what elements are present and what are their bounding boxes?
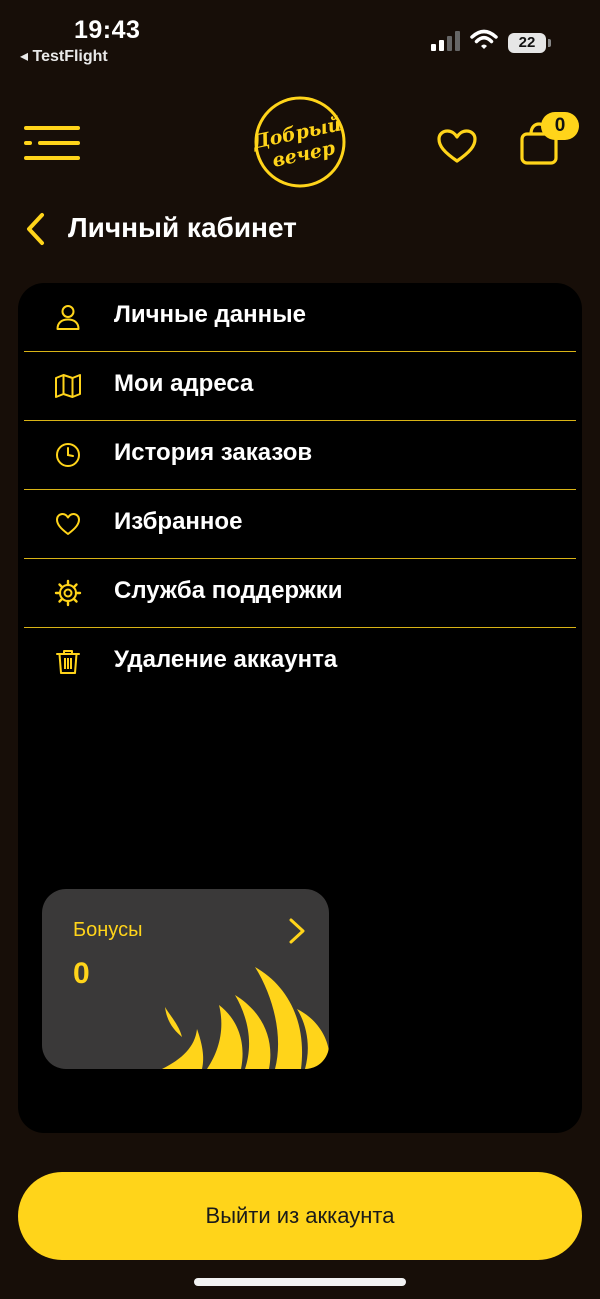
favorites-heart-icon[interactable] xyxy=(436,128,478,164)
menu-item-label: Избранное xyxy=(114,508,243,535)
trash-icon xyxy=(56,650,80,674)
battery-indicator: 22 xyxy=(508,33,552,53)
cart-count-badge: 0 xyxy=(541,112,579,140)
cellular-signal-icon xyxy=(431,31,460,51)
menu-item-label: История заказов xyxy=(114,439,313,466)
bonus-title: Бонусы xyxy=(73,919,143,941)
back-chevron-icon[interactable] xyxy=(24,212,46,246)
bonus-card[interactable]: Бонусы 0 xyxy=(42,889,329,1069)
battery-level: 22 xyxy=(508,33,546,53)
wifi-icon xyxy=(470,29,498,49)
flames-decoration-icon xyxy=(162,967,329,1069)
menu-item-support[interactable]: Служба поддержки xyxy=(24,559,576,628)
hamburger-menu-icon[interactable] xyxy=(24,126,80,160)
menu-item-favorites[interactable]: Избранное xyxy=(24,490,576,559)
app-header: Добрый вечер xyxy=(0,90,600,190)
bonus-value: 0 xyxy=(73,957,90,990)
status-time: 19:43 xyxy=(74,16,141,44)
heart-icon xyxy=(56,513,80,535)
menu-item-my-addresses[interactable]: Мои адреса xyxy=(24,352,576,421)
clock-icon xyxy=(56,443,80,467)
chevron-right-icon xyxy=(289,918,305,944)
page-title-row: Личный кабинет xyxy=(0,208,600,252)
menu-item-personal-data[interactable]: Личные данные xyxy=(24,283,576,352)
account-panel: Личные данные Мои адреса История заказов… xyxy=(18,283,582,1133)
account-menu-list: Личные данные Мои адреса История заказов… xyxy=(24,283,576,696)
menu-item-label: Личные данные xyxy=(114,301,306,328)
back-to-testflight-link[interactable]: ◂ TestFlight xyxy=(20,46,108,66)
menu-item-label: Мои адреса xyxy=(114,370,254,397)
menu-item-label: Служба поддержки xyxy=(114,577,343,604)
logout-button[interactable]: Выйти из аккаунта xyxy=(18,1172,582,1260)
menu-item-delete-account[interactable]: Удаление аккаунта xyxy=(24,628,576,696)
page-title: Личный кабинет xyxy=(68,212,297,243)
home-indicator[interactable] xyxy=(194,1278,406,1286)
battery-nub xyxy=(548,39,551,47)
menu-item-label: Удаление аккаунта xyxy=(114,646,338,673)
brand-logo[interactable]: Добрый вечер xyxy=(250,95,347,189)
menu-item-order-history[interactable]: История заказов xyxy=(24,421,576,490)
gear-icon xyxy=(54,579,82,607)
user-icon xyxy=(56,305,80,330)
status-bar: 19:43 ◂ TestFlight 22 xyxy=(0,0,600,72)
map-icon xyxy=(55,374,81,398)
